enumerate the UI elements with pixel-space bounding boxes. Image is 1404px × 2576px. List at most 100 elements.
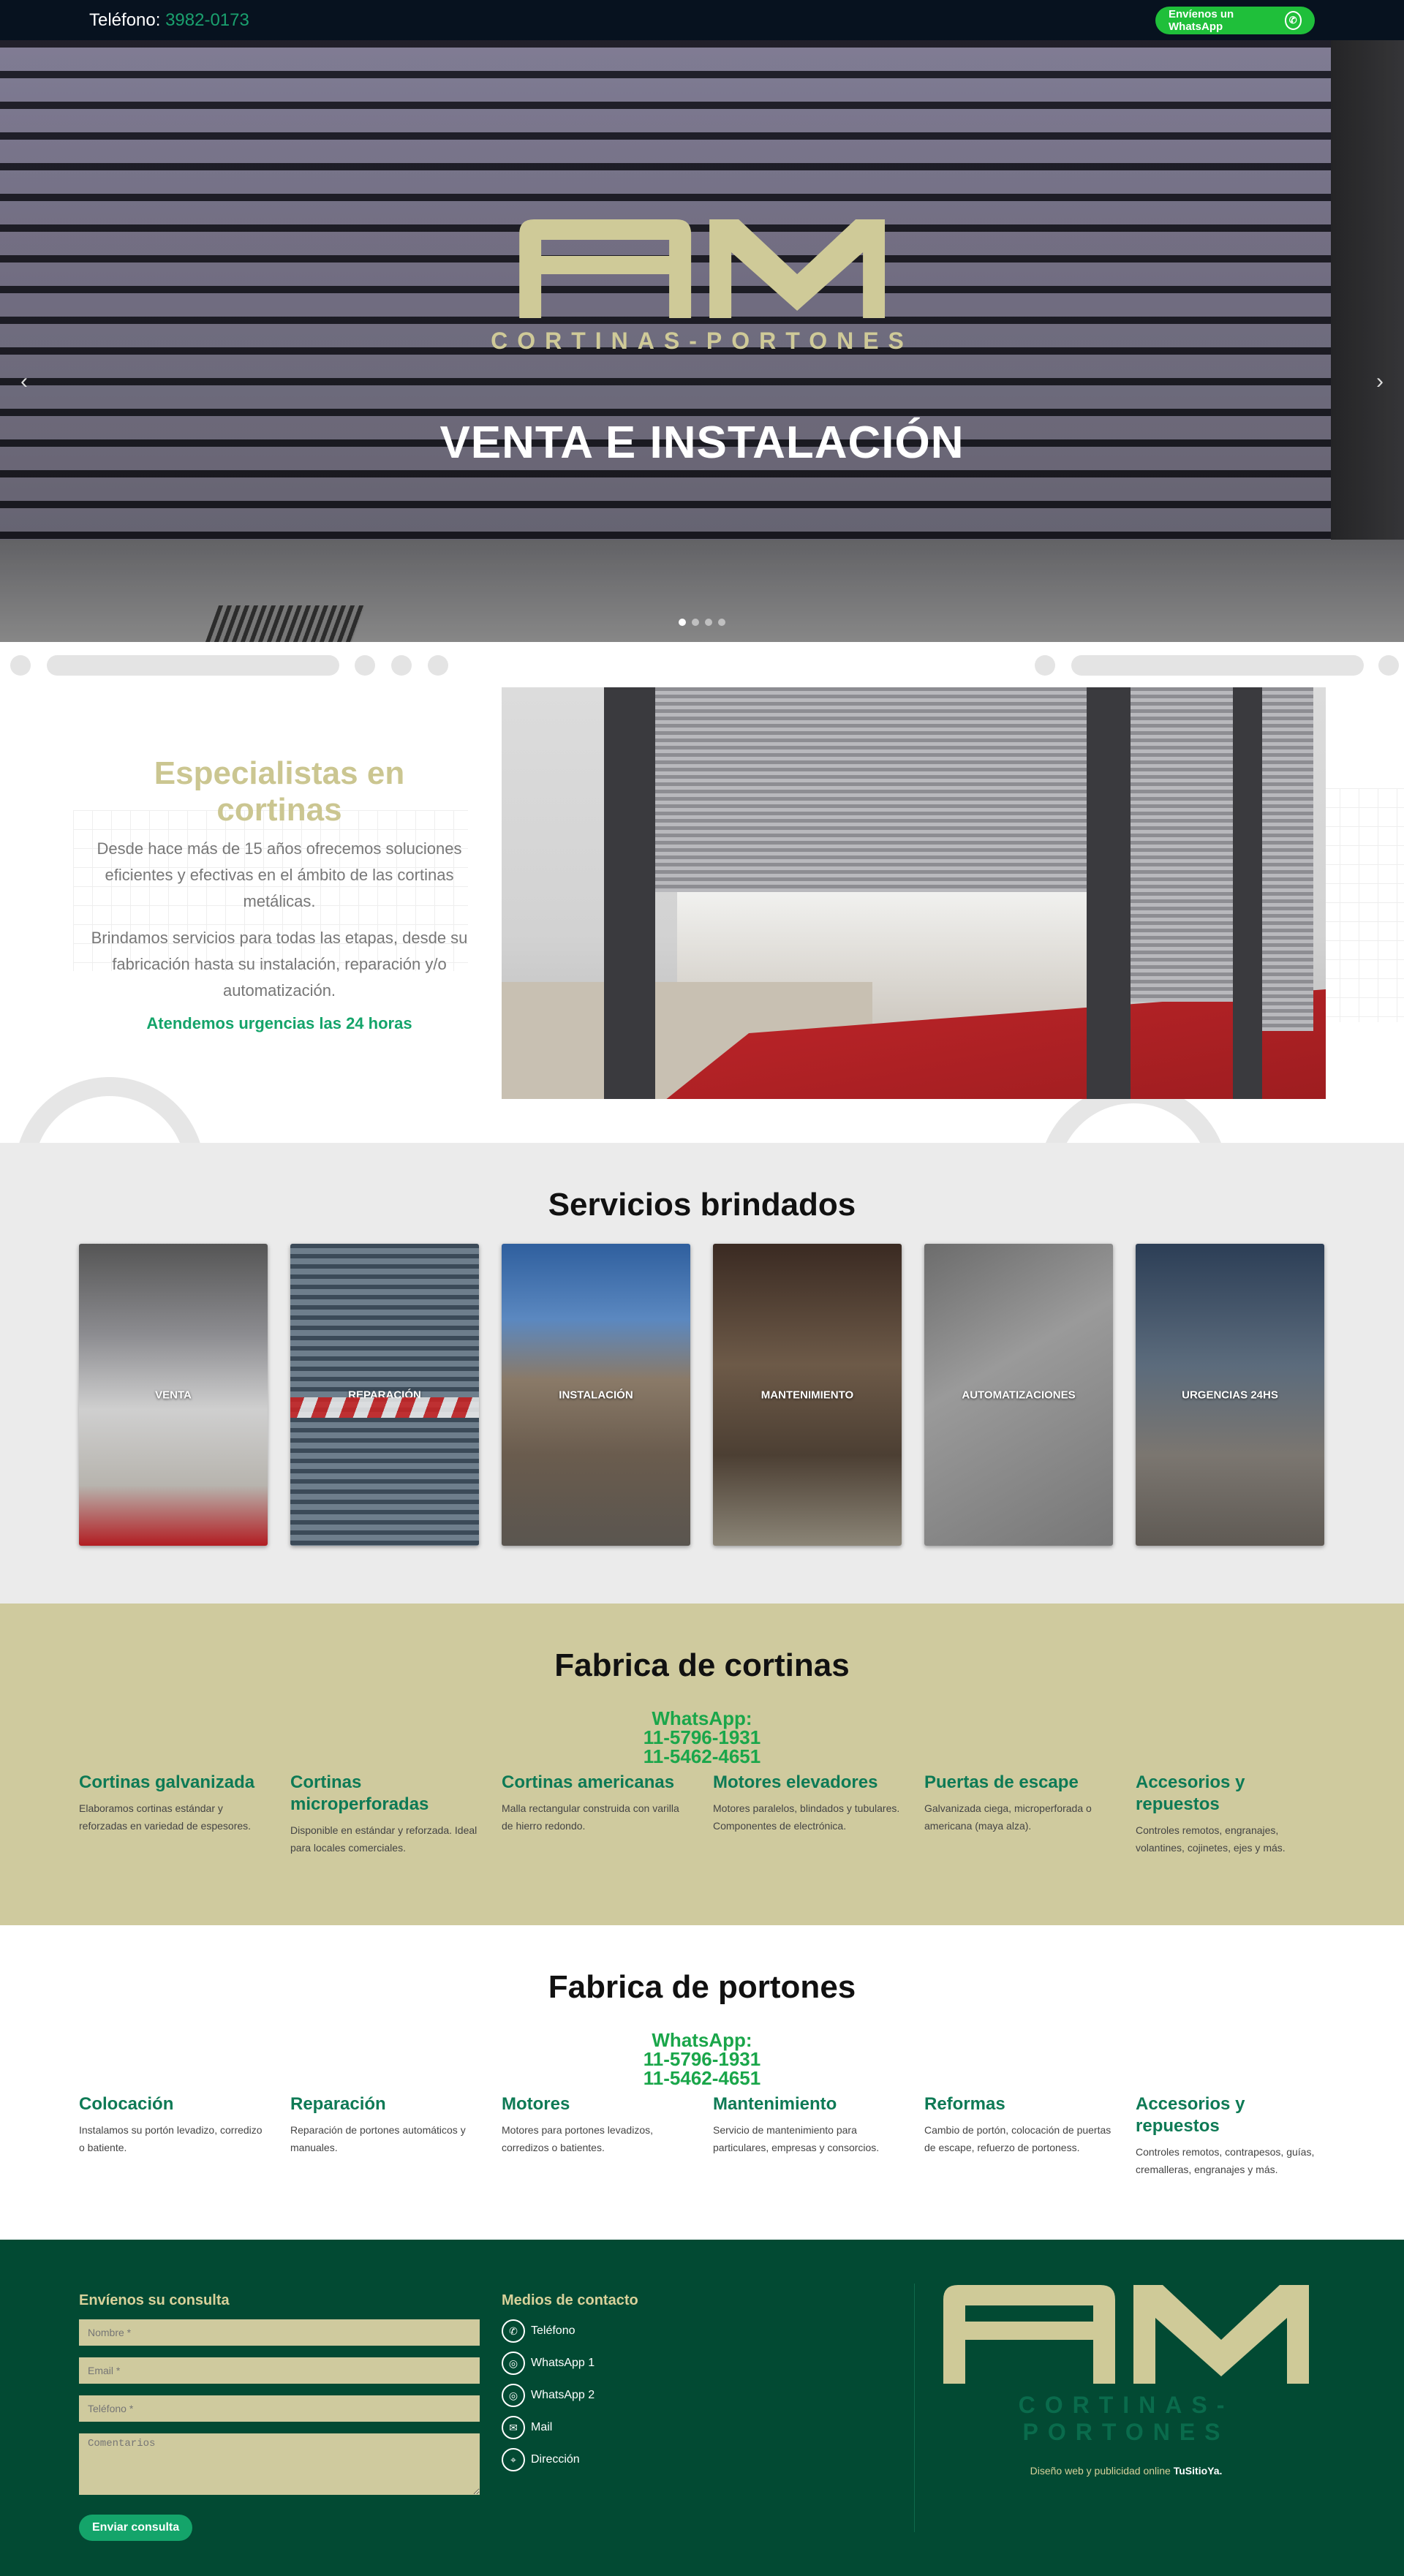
slider-dot[interactable] (705, 619, 712, 626)
product-desc: Controles remotos, engranajes, volantine… (1136, 1824, 1286, 1854)
contact-whatsapp-2-link[interactable]: ◎ WhatsApp 2 (502, 2384, 911, 2407)
footer: Envíenos su consulta Enviar consulta Med… (0, 2240, 1404, 2576)
submit-button[interactable]: Enviar consulta (79, 2515, 193, 2541)
curtains-whatsapp: WhatsApp: 11-5796-1931 11-5462-4651 (0, 1709, 1404, 1766)
credit-link[interactable]: TuSitioYa. (1174, 2465, 1223, 2477)
decor-dot (391, 655, 412, 676)
am-logo-mark (518, 219, 885, 318)
phone-label: Teléfono: (89, 10, 161, 30)
gate-service-desc: Cambio de portón, colocación de puertas … (924, 2124, 1112, 2153)
phone-number-link[interactable]: 3982-0173 (165, 10, 249, 30)
gate-service-desc: Instalamos su portón levadizo, corredizo… (79, 2124, 263, 2153)
decor-dot (355, 655, 375, 676)
gates-services: Colocación Instalamos su portón levadizo,… (0, 2093, 1404, 2178)
product-desc: Galvanizada ciega, microperforada o amer… (924, 1802, 1092, 1832)
specialists-title: Especialistas en cortinas (154, 755, 405, 828)
service-card-label: VENTA (155, 1389, 192, 1401)
gate-service-item: Colocación Instalamos su portón levadizo,… (79, 2093, 268, 2178)
hero-slider: CORTINAS-PORTONES VENTA E INSTALACIÓN ‹ … (0, 40, 1404, 642)
whatsapp-label: WhatsApp: (652, 2029, 752, 2051)
footer-divider (914, 2284, 915, 2532)
service-card-automatizaciones[interactable]: AUTOMATIZACIONES (924, 1244, 1113, 1546)
product-item: Accesorios y repuestos Controles remotos,… (1136, 1772, 1325, 1857)
whatsapp-icon: ◎ (502, 2352, 525, 2375)
curtains-factory-section: Fabrica de cortinas WhatsApp: 11-5796-19… (0, 1604, 1404, 1925)
location-icon: ⌖ (502, 2448, 525, 2471)
decor-bar (1071, 655, 1364, 676)
contact-label: Mail (531, 2421, 553, 2433)
contact-label: Dirección (531, 2453, 580, 2466)
gate-service-item: Mantenimiento Servicio de mantenimiento p… (713, 2093, 902, 2178)
service-card-mantenimiento[interactable]: MANTENIMIENTO (713, 1244, 902, 1546)
whatsapp-button[interactable]: Envíenos un WhatsApp ✆ (1155, 6, 1315, 34)
gate-service-title: Motores (502, 2094, 570, 2114)
contact-form: Envíenos su consulta Enviar consulta (79, 2292, 480, 2576)
frame (1233, 687, 1262, 1099)
whatsapp-number-link[interactable]: 11-5462-4651 (0, 1747, 1404, 1766)
service-card-venta[interactable]: VENTA (79, 1244, 268, 1546)
slider-next-icon[interactable]: › (1376, 369, 1384, 394)
gate-service-desc: Servicio de mantenimiento para particula… (713, 2124, 880, 2153)
hero-logo-text: CORTINAS-PORTONES (491, 328, 913, 354)
header-phone: Teléfono: 3982-0173 (89, 10, 249, 31)
gate-service-item: Accesorios y repuestos Controles remotos,… (1136, 2093, 1325, 2178)
gate-service-item: Reparación Reparación de portones automát… (290, 2093, 480, 2178)
service-card-label: MANTENIMIENTO (760, 1389, 854, 1401)
slider-dot[interactable] (679, 619, 686, 626)
service-card-label: URGENCIAS 24HS (1182, 1389, 1278, 1401)
product-title: Cortinas americanas (502, 1772, 675, 1792)
product-title: Puertas de escape (924, 1772, 1079, 1792)
gate-service-title: Colocación (79, 2094, 174, 2114)
slider-dots (679, 619, 725, 626)
whatsapp-icon: ◎ (502, 2384, 525, 2407)
service-card-label: AUTOMATIZACIONES (962, 1389, 1076, 1401)
whatsapp-number-link[interactable]: 11-5462-4651 (0, 2069, 1404, 2088)
email-field[interactable] (79, 2357, 480, 2384)
storefront-shutters-image (502, 687, 1326, 1099)
slider-dot[interactable] (692, 619, 699, 626)
contact-mail-link[interactable]: ✉ Mail (502, 2416, 911, 2439)
am-logo-mark (943, 2285, 1309, 2384)
whatsapp-number-link[interactable]: 11-5796-1931 (0, 1728, 1404, 1747)
hero-logo: CORTINAS-PORTONES (491, 219, 913, 355)
phone-icon: ✆ (502, 2319, 525, 2343)
gate-service-desc: Controles remotos, contrapesos, guías, c… (1136, 2146, 1315, 2175)
shutter (1262, 687, 1313, 1031)
specialists-text: Especialistas en cortinas Desde hace más… (89, 755, 469, 1033)
contact-address-link[interactable]: ⌖ Dirección (502, 2448, 911, 2471)
gate-service-title: Mantenimiento (713, 2094, 837, 2114)
contact-label: WhatsApp 2 (531, 2389, 595, 2401)
product-title: Accesorios y repuestos (1136, 1772, 1245, 1814)
product-desc: Malla rectangular construida con varilla… (502, 1802, 679, 1832)
decor-bar (47, 655, 339, 676)
phone-field[interactable] (79, 2395, 480, 2422)
product-desc: Motores paralelos, blindados y tubulares… (713, 1802, 900, 1832)
service-card-urgencias[interactable]: URGENCIAS 24HS (1136, 1244, 1324, 1546)
gate-service-desc: Motores para portones levadizos, corredi… (502, 2124, 653, 2153)
service-card-instalacion[interactable]: INSTALACIÓN (502, 1244, 690, 1546)
shutter (655, 687, 1094, 892)
contact-phone-link[interactable]: ✆ Teléfono (502, 2319, 911, 2343)
whatsapp-number-link[interactable]: 11-5796-1931 (0, 2050, 1404, 2069)
contact-title: Medios de contacto (502, 2292, 638, 2308)
specialists-paragraph-1: Desde hace más de 15 años ofrecemos solu… (97, 839, 462, 910)
name-field[interactable] (79, 2319, 480, 2346)
footer-credit: Diseño web y publicidad online TuSitioYa… (943, 2465, 1309, 2477)
comments-field[interactable] (79, 2433, 480, 2495)
whatsapp-icon: ✆ (1284, 10, 1302, 30)
footer-logo-text: CORTINAS-PORTONES (1018, 2392, 1234, 2445)
slider-dot[interactable] (718, 619, 725, 626)
contact-whatsapp-1-link[interactable]: ◎ WhatsApp 1 (502, 2352, 911, 2375)
product-item: Cortinas microperforadas Disponible en es… (290, 1772, 480, 1857)
hero-title: VENTA E INSTALACIÓN (439, 418, 965, 468)
product-title: Cortinas microperforadas (290, 1772, 429, 1814)
service-card-reparacion[interactable]: REPARACIÓN (290, 1244, 479, 1546)
footer-brand: CORTINAS-PORTONES Diseño web y publicida… (943, 2285, 1309, 2477)
decor-dot (1035, 655, 1055, 676)
product-item: Cortinas galvanizada Elaboramos cortinas … (79, 1772, 268, 1857)
whatsapp-label: WhatsApp: (652, 1707, 752, 1729)
slider-prev-icon[interactable]: ‹ (20, 369, 28, 394)
gate-service-desc: Reparación de portones automáticos y man… (290, 2124, 466, 2153)
shutter (1131, 687, 1240, 1002)
credit-prefix: Diseño web y publicidad online (1030, 2465, 1171, 2477)
